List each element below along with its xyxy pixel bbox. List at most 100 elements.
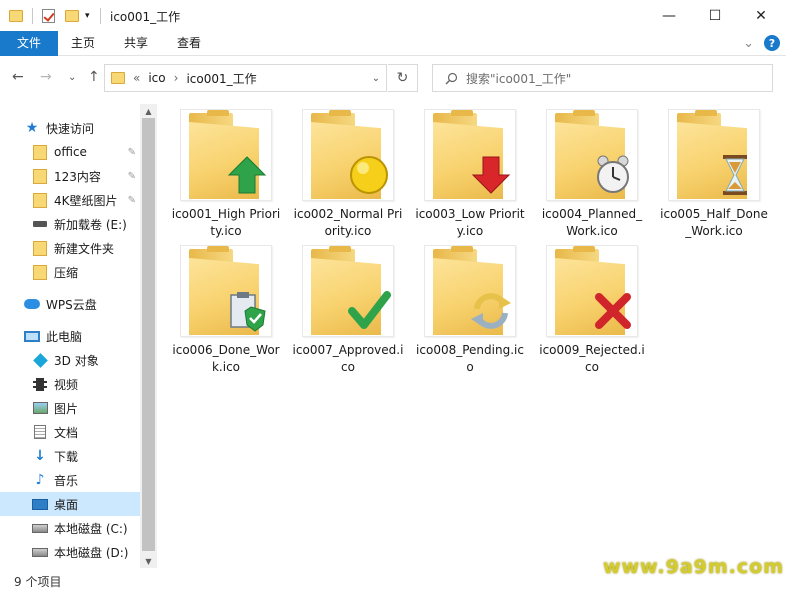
back-button[interactable]: ← bbox=[12, 69, 24, 85]
alarm-clock-icon bbox=[597, 155, 629, 193]
navigation-pane: ★ 快速访问 office ✎ 123内容 ✎ 4K壁纸图片 ✎ 新加载卷 (E… bbox=[0, 104, 157, 568]
scroll-down-arrow-icon[interactable]: ▼ bbox=[140, 554, 157, 568]
file-item[interactable]: ico005_Half_Done_Work.ico bbox=[658, 109, 770, 245]
file-item[interactable]: ico002_Normal Priority.ico bbox=[292, 109, 404, 245]
folder-thumbnail bbox=[546, 109, 638, 201]
sidebar-item-123[interactable]: 123内容 ✎ bbox=[0, 164, 140, 188]
folder-thumbnail bbox=[546, 245, 638, 337]
sidebar-item-label: 桌面 bbox=[54, 497, 79, 512]
file-name: ico003_Low Priority.ico bbox=[415, 207, 525, 238]
close-button[interactable]: ✕ bbox=[738, 0, 784, 31]
forward-button[interactable]: → bbox=[40, 69, 52, 85]
address-dropdown-chevron-icon[interactable]: ⌄ bbox=[366, 65, 386, 91]
refresh-button[interactable]: ↻ bbox=[388, 64, 418, 92]
sidebar-item-videos[interactable]: 视频 bbox=[0, 372, 140, 396]
search-input[interactable]: 搜索"ico001_工作" bbox=[432, 64, 773, 92]
folder-icon bbox=[33, 192, 47, 208]
file-name: ico009_Rejected.ico bbox=[539, 343, 645, 374]
file-list: ico001_High Priority.ico ico002_Normal P… bbox=[165, 103, 786, 568]
sidebar-item-wps-cloud[interactable]: WPS云盘 bbox=[0, 292, 140, 316]
music-icon: ♪ bbox=[35, 472, 45, 488]
file-item[interactable]: ico007_Approved.ico bbox=[292, 245, 404, 381]
file-item[interactable]: ico006_Done_Work.ico bbox=[170, 245, 282, 381]
sidebar-item-4k-wallpapers[interactable]: 4K壁纸图片 ✎ bbox=[0, 188, 140, 212]
search-placeholder: 搜索"ico001_工作" bbox=[466, 71, 572, 86]
folder-thumbnail bbox=[302, 109, 394, 201]
up-button[interactable]: ↑ bbox=[88, 69, 100, 85]
sidebar-scrollbar[interactable]: ▲ ▼ bbox=[140, 104, 157, 568]
computer-icon bbox=[24, 330, 40, 342]
sidebar-item-quick-access[interactable]: ★ 快速访问 bbox=[0, 116, 140, 140]
hard-disk-icon bbox=[32, 547, 48, 557]
search-icon bbox=[445, 72, 458, 84]
scroll-thumb[interactable] bbox=[142, 118, 155, 551]
folder-icon bbox=[111, 72, 125, 84]
sidebar-item-label: WPS云盘 bbox=[46, 297, 97, 312]
video-icon bbox=[33, 377, 47, 391]
minimize-button[interactable]: — bbox=[646, 0, 692, 31]
file-item[interactable]: ico001_High Priority.ico bbox=[170, 109, 282, 245]
file-item[interactable]: ico003_Low Priority.ico bbox=[414, 109, 526, 245]
sidebar-item-office[interactable]: office ✎ bbox=[0, 140, 140, 164]
pin-icon[interactable]: ✎ bbox=[128, 171, 136, 182]
sidebar-item-3d-objects[interactable]: 3D 对象 bbox=[0, 348, 140, 372]
expand-ribbon-chevron-icon[interactable]: ⌄ bbox=[743, 36, 754, 51]
folder-icon bbox=[33, 168, 47, 184]
sidebar-item-compress[interactable]: 压缩 bbox=[0, 260, 140, 284]
sidebar-item-label: 新建文件夹 bbox=[54, 241, 115, 256]
pictures-icon bbox=[32, 402, 48, 414]
green-up-arrow-icon bbox=[227, 156, 267, 194]
folder-thumbnail bbox=[180, 245, 272, 337]
pin-icon[interactable]: ✎ bbox=[128, 195, 136, 206]
sidebar-item-documents[interactable]: 文档 bbox=[0, 420, 140, 444]
address-bar[interactable]: « ico › ico001_工作 ⌄ bbox=[104, 64, 387, 92]
watermark: www.9a9m.com bbox=[602, 556, 784, 578]
sidebar-item-downloads[interactable]: ↓ 下载 bbox=[0, 444, 140, 468]
scroll-up-arrow-icon[interactable]: ▲ bbox=[140, 104, 157, 118]
sidebar-item-new-folder[interactable]: 新建文件夹 bbox=[0, 236, 140, 260]
file-name: ico004_Planned_Work.ico bbox=[541, 207, 643, 238]
red-down-arrow-icon bbox=[471, 156, 511, 194]
breadcrumb-separator[interactable]: › bbox=[174, 71, 179, 85]
folder-icon bbox=[33, 264, 47, 280]
folder-thumbnail bbox=[302, 245, 394, 337]
sidebar-item-desktop[interactable]: 桌面 bbox=[0, 492, 140, 516]
file-item[interactable]: ico009_Rejected.ico bbox=[536, 245, 648, 381]
file-name: ico008_Pending.ico bbox=[416, 343, 524, 374]
tab-share[interactable]: 共享 bbox=[111, 31, 161, 56]
file-item[interactable]: ico004_Planned_Work.ico bbox=[536, 109, 648, 245]
customize-toolbar-chevron-icon[interactable]: ▾ bbox=[85, 6, 90, 26]
sidebar-item-label: 新加载卷 (E:) bbox=[54, 217, 127, 232]
yellow-circle-icon bbox=[350, 156, 388, 194]
file-item[interactable]: ico008_Pending.ico bbox=[414, 245, 526, 381]
sidebar-item-volume-e[interactable]: 新加载卷 (E:) bbox=[0, 212, 140, 236]
3d-objects-icon bbox=[32, 352, 48, 368]
help-icon[interactable]: ? bbox=[764, 35, 780, 51]
sidebar-item-this-pc[interactable]: 此电脑 bbox=[0, 324, 140, 348]
sidebar-item-music[interactable]: ♪ 音乐 bbox=[0, 468, 140, 492]
separator bbox=[32, 6, 33, 26]
window-title: ico001_工作 bbox=[110, 10, 181, 24]
pin-icon[interactable]: ✎ bbox=[128, 147, 136, 158]
hourglass-icon bbox=[723, 155, 747, 195]
tab-file[interactable]: 文件 bbox=[0, 31, 58, 56]
sidebar-item-label: 图片 bbox=[54, 401, 79, 416]
sidebar-item-pictures[interactable]: 图片 bbox=[0, 396, 140, 420]
sidebar-item-label: 文档 bbox=[54, 425, 79, 440]
sidebar-item-disk-c[interactable]: 本地磁盘 (C:) bbox=[0, 516, 140, 540]
refresh-arrows-icon bbox=[471, 293, 511, 329]
folder-thumbnail bbox=[668, 109, 760, 201]
properties-icon[interactable] bbox=[42, 6, 55, 26]
breadcrumb-ico[interactable]: ico bbox=[148, 71, 165, 85]
sidebar-item-label: 音乐 bbox=[54, 473, 79, 488]
sidebar-item-label: 4K壁纸图片 bbox=[54, 193, 118, 208]
maximize-button[interactable]: ☐ bbox=[692, 0, 738, 31]
sidebar-item-label: 压缩 bbox=[54, 265, 79, 280]
tab-home[interactable]: 主页 bbox=[58, 31, 108, 56]
recent-locations-chevron-icon[interactable]: ⌄ bbox=[68, 72, 76, 83]
tab-view[interactable]: 查看 bbox=[164, 31, 214, 56]
new-folder-icon[interactable] bbox=[65, 6, 79, 26]
breadcrumb-current[interactable]: ico001_工作 bbox=[186, 70, 256, 87]
breadcrumb-overflow[interactable]: « bbox=[133, 71, 140, 85]
sidebar-item-disk-d[interactable]: 本地磁盘 (D:) bbox=[0, 540, 140, 564]
